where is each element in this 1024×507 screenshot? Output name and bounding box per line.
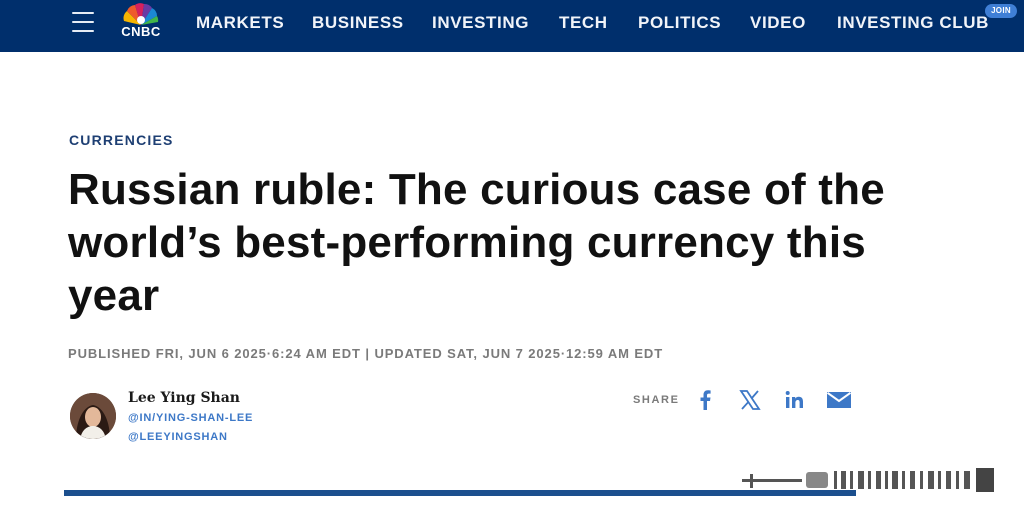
author-name[interactable]: Lee Ying Shan (128, 390, 240, 406)
nav-markets[interactable]: MARKETS (196, 13, 284, 33)
nav-video[interactable]: VIDEO (750, 13, 806, 33)
join-badge[interactable]: JOIN (985, 4, 1017, 18)
author-avatar[interactable] (70, 393, 116, 439)
x-icon[interactable] (739, 388, 761, 412)
facebook-icon[interactable] (698, 388, 712, 412)
nav-tech[interactable]: TECH (559, 13, 608, 33)
article-headline: Russian ruble: The curious case of the w… (68, 165, 885, 320)
nav-business[interactable]: BUSINESS (312, 13, 404, 33)
author-linkedin-link[interactable]: @IN/YING-SHAN-LEE (128, 412, 253, 424)
top-nav-bar: CNBC MARKETS BUSINESS INVESTING TECH POL… (0, 0, 1024, 52)
linkedin-icon[interactable] (784, 388, 806, 412)
section-divider (64, 490, 856, 496)
nav-politics[interactable]: POLITICS (638, 13, 721, 33)
menu-icon[interactable] (72, 12, 94, 32)
author-photo (70, 393, 116, 439)
email-icon[interactable] (826, 388, 852, 412)
nav-investing[interactable]: INVESTING (432, 13, 529, 33)
category-link[interactable]: CURRENCIES (69, 132, 174, 148)
publish-timestamp: PUBLISHED FRI, JUN 6 2025·6:24 AM EDT | … (68, 346, 664, 361)
nav-investing-club[interactable]: INVESTING CLUB (837, 13, 989, 33)
author-twitter-link[interactable]: @LEEYINGSHAN (128, 431, 228, 443)
watermark-graphic (742, 468, 994, 492)
brand-wordmark[interactable]: CNBC (113, 24, 169, 39)
share-label: SHARE (633, 394, 680, 406)
